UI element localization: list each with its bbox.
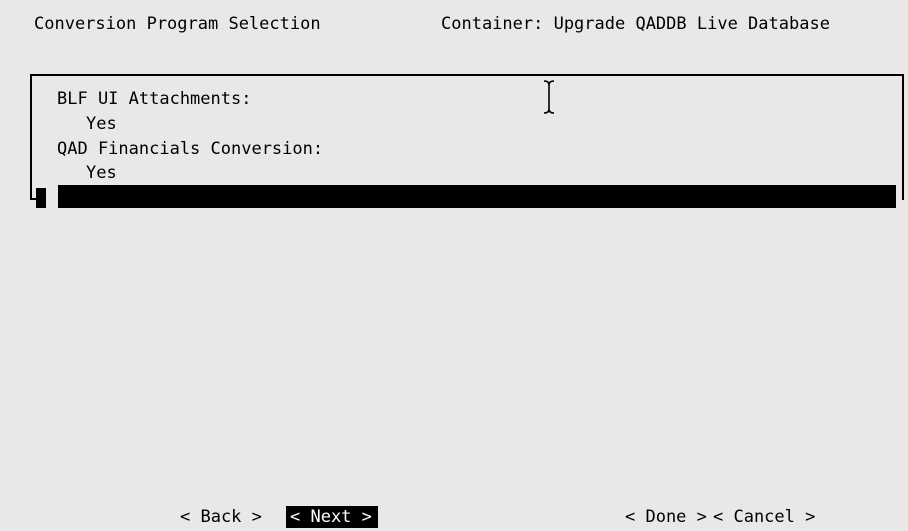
container-label: Container: Upgrade QADDB Live Database <box>441 14 830 34</box>
back-button[interactable]: < Back > <box>180 506 262 528</box>
selected-row-highlight[interactable] <box>58 185 896 208</box>
setting-value-blf-ui-attachments[interactable]: Yes <box>86 114 117 134</box>
setting-label-blf-ui-attachments: BLF UI Attachments: <box>57 89 252 109</box>
setting-value-qad-financials-conversion[interactable]: Yes <box>86 163 117 183</box>
setting-label-qad-financials-conversion: QAD Financials Conversion: <box>57 139 324 159</box>
screen-title: Conversion Program Selection <box>34 14 321 34</box>
next-button[interactable]: < Next > <box>286 506 378 528</box>
cancel-button[interactable]: < Cancel > <box>713 506 815 528</box>
text-cursor-icon <box>543 80 555 114</box>
done-button[interactable]: < Done > <box>625 506 707 528</box>
cursor-block <box>36 188 46 208</box>
